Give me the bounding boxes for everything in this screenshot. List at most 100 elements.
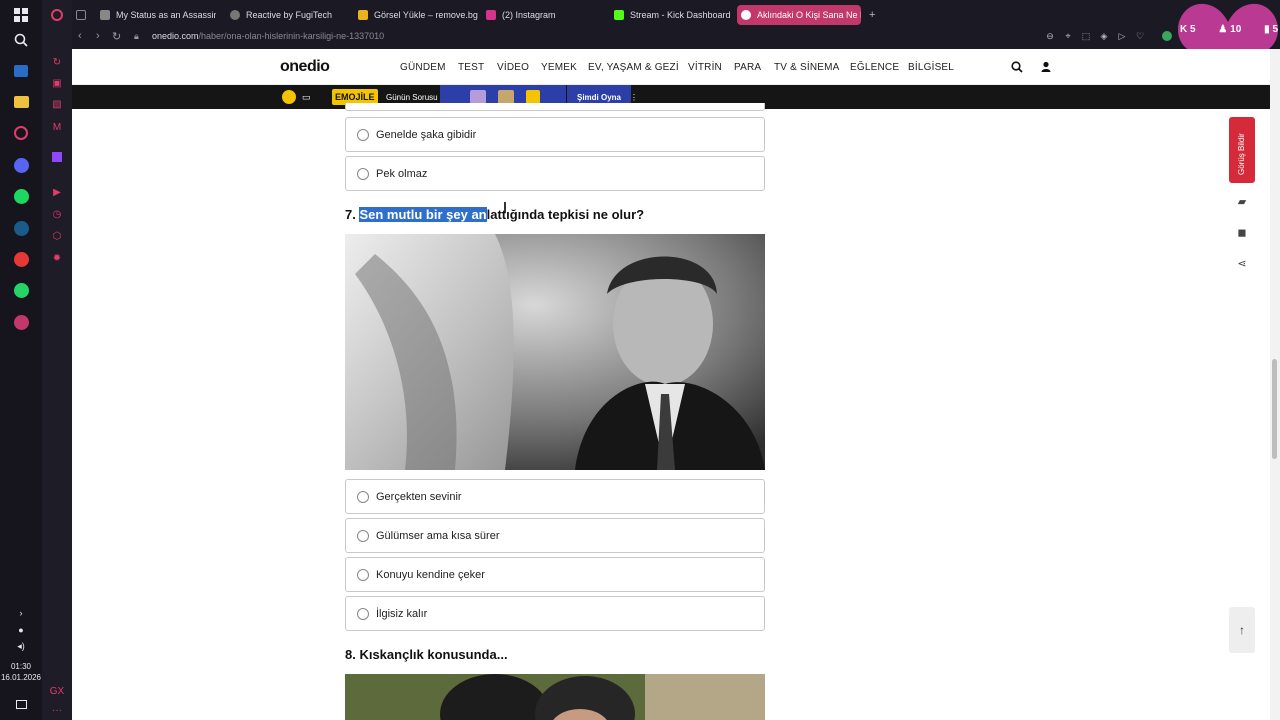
back-icon[interactable]: ‹	[78, 30, 82, 42]
tab-favicon-icon	[100, 10, 110, 20]
nav-test[interactable]: TEST	[458, 62, 484, 73]
radio-button[interactable]	[357, 128, 369, 141]
notifications-icon[interactable]	[11, 694, 31, 714]
file-explorer-icon[interactable]	[11, 92, 31, 112]
play-icon[interactable]: ▶	[50, 185, 64, 199]
tab-5[interactable]: Stream - Kick Dashboard	[610, 5, 740, 25]
question-7-image	[345, 234, 765, 470]
radio-button[interactable]	[357, 529, 369, 542]
scroll-to-top-button[interactable]: ↑	[1229, 607, 1255, 653]
viewer-badge: ♟ 10	[1218, 24, 1242, 35]
nav-eglence[interactable]: EĞLENCE	[850, 62, 899, 73]
question-7-title: 7. Sen mutlu bir şey anlattığında tepkis…	[345, 207, 645, 222]
emoji-icon	[282, 90, 296, 104]
clock-time[interactable]: 01:30	[0, 661, 42, 672]
option-q7-d[interactable]: İlgisiz kalır	[345, 596, 765, 631]
new-tab-button[interactable]: +	[865, 5, 881, 25]
gx-label-icon[interactable]: GX	[50, 684, 64, 698]
tab-2[interactable]: Reactive by FugiTech	[226, 5, 346, 25]
zoom-icon[interactable]: ⊖	[1044, 31, 1056, 43]
tab-favicon-icon	[230, 10, 240, 20]
scrollbar-thumb[interactable]	[1272, 359, 1277, 459]
workspace-icon[interactable]	[72, 5, 96, 25]
snapshot-icon[interactable]: ⬚	[1080, 31, 1092, 43]
steam-shortcut-icon[interactable]	[11, 61, 31, 81]
clock-date[interactable]: 16.01.2026	[0, 672, 42, 683]
whatsapp-icon[interactable]	[11, 280, 31, 300]
arrow-up-icon: ↑	[1239, 623, 1245, 637]
tab-favicon-icon	[486, 10, 496, 20]
question-8-image	[345, 674, 765, 720]
user-icon[interactable]	[1040, 60, 1052, 78]
app-gx-icon[interactable]	[11, 312, 31, 332]
feedback-button[interactable]: Görüş Bildir	[1229, 117, 1255, 183]
app-red-icon[interactable]	[11, 249, 31, 269]
tab-1[interactable]: My Status as an Assassin	[96, 5, 216, 25]
url-field[interactable]: onedio.com/haber/ona-olan-hislerinin-kar…	[152, 31, 384, 41]
settings-icon[interactable]: ✹	[50, 251, 64, 265]
m-icon[interactable]: M	[50, 120, 64, 134]
radio-button[interactable]	[357, 167, 369, 180]
tab-3[interactable]: Görsel Yükle – remove.bg	[354, 5, 482, 25]
clock-icon[interactable]: ◷	[50, 207, 64, 221]
tab-4[interactable]: (2) Instagram	[482, 5, 602, 25]
page-scrollbar[interactable]	[1270, 49, 1280, 720]
nav-para[interactable]: PARA	[734, 62, 761, 73]
bookmark-icon[interactable]: ▰	[1235, 195, 1249, 209]
site-logo[interactable]: onedio	[280, 58, 330, 76]
tab-bar: My Status as an Assassin Reactive by Fug…	[72, 0, 1280, 30]
opera-logo-icon[interactable]	[50, 8, 64, 22]
selected-text: Sen mutlu bir şey an	[359, 207, 487, 222]
windows-taskbar: › ● ◂) 01:30 16.01.2026	[0, 0, 42, 720]
search-icon[interactable]	[11, 30, 31, 50]
option-q7-c[interactable]: Konuyu kendine çeker	[345, 557, 765, 592]
shield-icon[interactable]: ◈	[1098, 31, 1110, 43]
refresh-icon[interactable]: ↻	[50, 55, 64, 69]
crossed-icon[interactable]: ▧	[50, 97, 64, 111]
option-q6-b[interactable]: Pek olmaz	[345, 156, 765, 191]
cube-icon[interactable]: ⬡	[50, 229, 64, 243]
nav-tv-sinema[interactable]: TV & SİNEMA	[774, 62, 840, 73]
opera-gx-icon[interactable]	[11, 123, 31, 143]
browser-sidebar: ↻ ▣ ▧ M ▶ ◷ ⬡ ✹ GX ···	[42, 0, 72, 720]
forward-icon[interactable]: ›	[96, 30, 100, 42]
nav-bilgisel[interactable]: BİLGİSEL	[908, 62, 954, 73]
comments-icon[interactable]: ◼︎	[1235, 226, 1249, 240]
play-icon[interactable]: ▷	[1116, 31, 1128, 43]
nav-video[interactable]: VİDEO	[497, 62, 529, 73]
heart-icon[interactable]: ♡	[1134, 31, 1146, 43]
share-icon[interactable]: ⋖	[1235, 257, 1249, 271]
pin-icon[interactable]: ⌖	[1062, 31, 1074, 43]
option-q7-a[interactable]: Gerçekten sevinir	[345, 479, 765, 514]
spotify-icon[interactable]	[11, 186, 31, 206]
option-partial[interactable]	[345, 103, 765, 111]
extension-icon[interactable]	[1162, 31, 1174, 43]
radio-button[interactable]	[357, 568, 369, 581]
bag-icon[interactable]: ▣	[50, 76, 64, 90]
nav-vitrin[interactable]: VİTRİN	[688, 62, 722, 73]
option-q7-b[interactable]: Gülümser ama kısa sürer	[345, 518, 765, 553]
discord-icon[interactable]	[11, 155, 31, 175]
option-q6-a[interactable]: Genelde şaka gibidir	[345, 117, 765, 152]
nav-yemek[interactable]: YEMEK	[541, 62, 577, 73]
tab-6-active[interactable]: Aklındaki O Kişi Sana Ne H	[737, 5, 861, 25]
nav-ev-yasam-gezi[interactable]: EV, YAŞAM & GEZİ	[588, 62, 679, 73]
nav-gundem[interactable]: GÜNDEM	[400, 62, 446, 73]
tab-favicon-icon	[614, 10, 624, 20]
kick-badge: K 5	[1180, 24, 1196, 35]
steam-icon[interactable]	[11, 218, 31, 238]
web-page: onedio GÜNDEM TEST VİDEO YEMEK EV, YAŞAM…	[72, 49, 1270, 720]
text-cursor	[504, 202, 506, 212]
radio-button[interactable]	[357, 607, 369, 620]
address-bar: ‹ › ↻ 🔒︎ onedio.com/haber/ona-olan-hisle…	[72, 28, 1280, 48]
stat-badge: ▮ 5	[1264, 24, 1278, 35]
twitch-icon[interactable]	[50, 150, 64, 164]
reload-icon[interactable]: ↻	[112, 30, 121, 43]
windows-start-icon[interactable]	[11, 5, 31, 25]
radio-button[interactable]	[357, 490, 369, 503]
tab-favicon-icon	[741, 10, 751, 20]
lock-icon[interactable]: 🔒︎	[134, 31, 139, 42]
search-icon[interactable]	[1011, 60, 1023, 78]
volume-icon[interactable]: ◂)	[11, 636, 31, 656]
more-icon[interactable]: ···	[50, 703, 64, 717]
